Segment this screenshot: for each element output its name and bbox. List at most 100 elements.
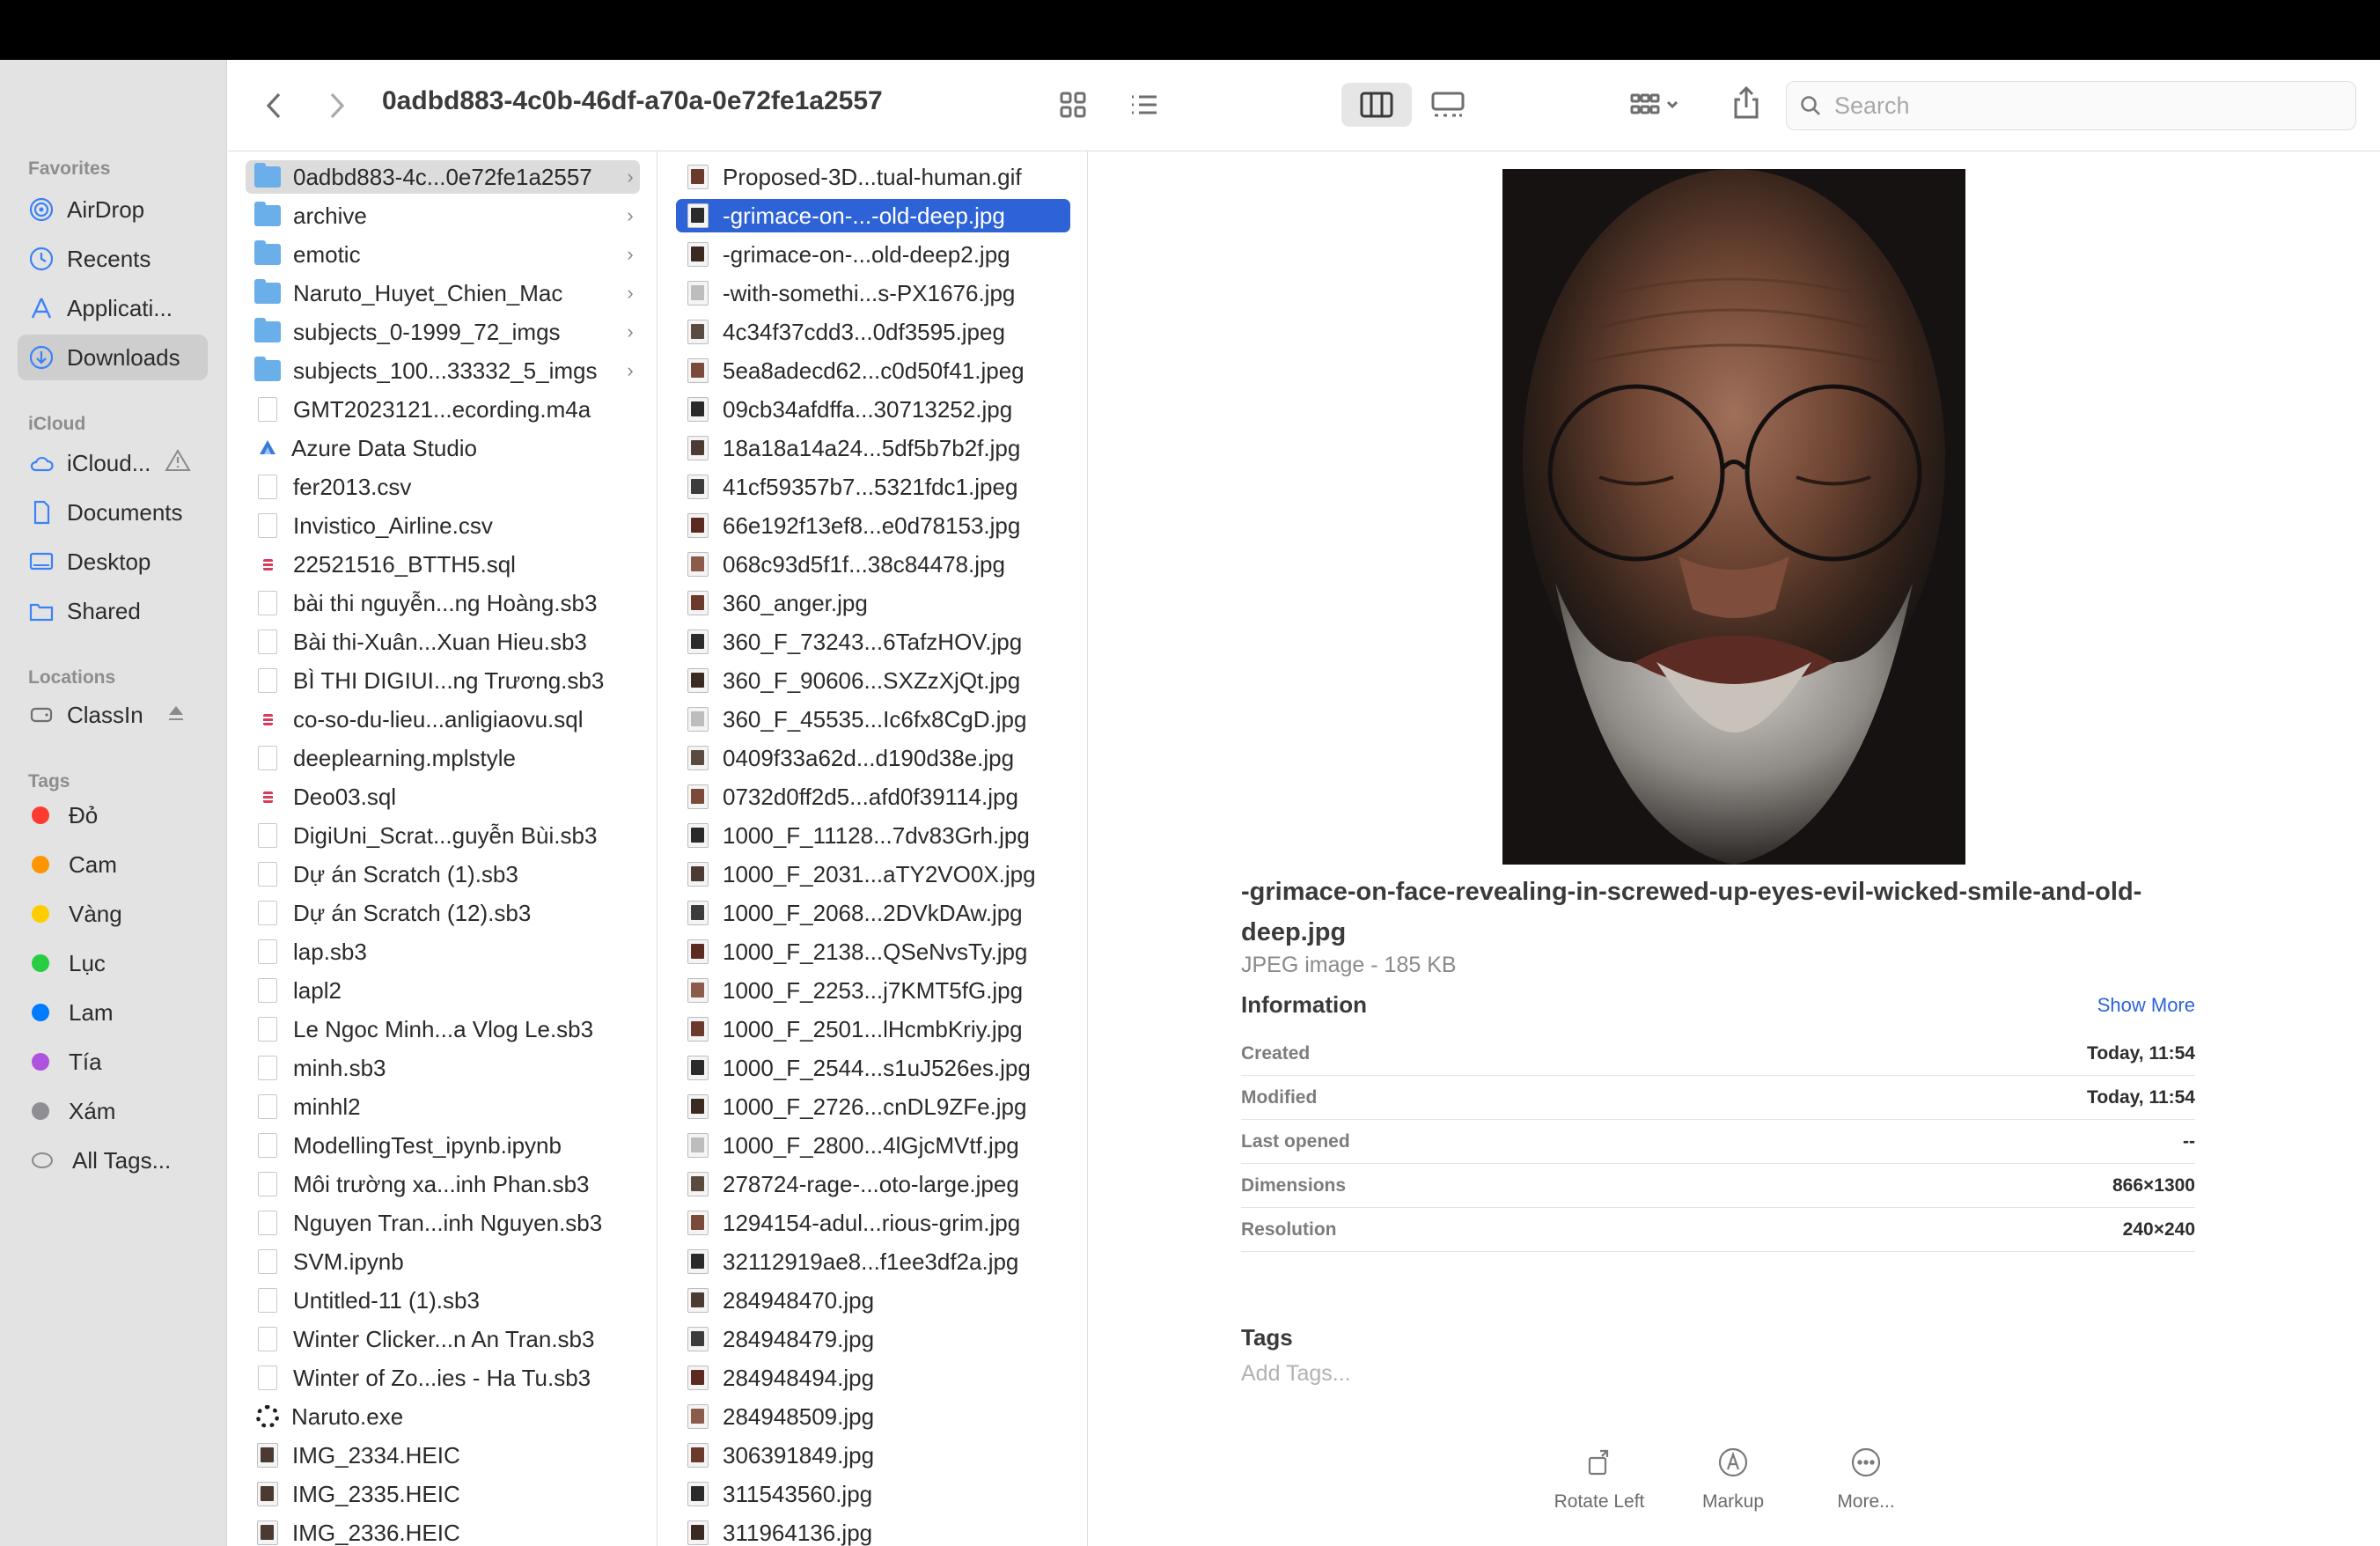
folder-row[interactable]: subjects_0-1999_72_imgs › bbox=[246, 315, 640, 349]
folder-row[interactable]: emotic › bbox=[246, 238, 640, 271]
add-tags-input[interactable] bbox=[1241, 1361, 1593, 1387]
back-button[interactable] bbox=[256, 86, 291, 125]
file-row[interactable]: lap.sb3 bbox=[246, 935, 640, 968]
sidebar-item-downloads[interactable]: Downloads bbox=[18, 335, 208, 380]
forward-button[interactable] bbox=[320, 86, 355, 125]
file-row[interactable]: bài thi nguyễn...ng Hoàng.sb3 bbox=[246, 586, 640, 620]
file-row[interactable]: 068c93d5f1f...38c84478.jpg bbox=[676, 548, 1070, 581]
rotate-left-button[interactable]: Rotate Left bbox=[1529, 1446, 1670, 1513]
group-by-button[interactable] bbox=[1627, 85, 1684, 125]
view-list-button[interactable] bbox=[1122, 85, 1166, 125]
file-row[interactable]: 360_anger.jpg bbox=[676, 586, 1070, 620]
file-row[interactable]: Winter Clicker...n An Tran.sb3 bbox=[246, 1322, 640, 1356]
file-row[interactable]: 284948494.jpg bbox=[676, 1361, 1070, 1395]
more-button[interactable]: More... bbox=[1796, 1446, 1936, 1513]
folder-row[interactable]: Naruto_Huyet_Chien_Mac › bbox=[246, 276, 640, 310]
sidebar-tag-item[interactable]: Vàng bbox=[18, 891, 208, 937]
file-row[interactable]: 4c34f37cdd3...0df3595.jpeg bbox=[676, 315, 1070, 349]
file-row[interactable]: SVM.ipynb bbox=[246, 1245, 640, 1278]
sidebar-tag-item[interactable]: Đỏ bbox=[18, 792, 208, 838]
file-row[interactable]: 1000_F_11128...7dv83Grh.jpg bbox=[676, 819, 1070, 852]
file-row[interactable]: 360_F_90606...SXZzXjQt.jpg bbox=[676, 664, 1070, 697]
file-row[interactable]: 284948479.jpg bbox=[676, 1322, 1070, 1356]
file-row[interactable]: 360_F_45535...Ic6fx8CgD.jpg bbox=[676, 703, 1070, 736]
file-row[interactable]: Le Ngoc Minh...a Vlog Le.sb3 bbox=[246, 1012, 640, 1046]
sidebar-item-icloud-drive[interactable]: iCloud... bbox=[18, 440, 208, 486]
file-row[interactable]: 360_F_73243...6TafzHOV.jpg bbox=[676, 625, 1070, 659]
file-row[interactable]: 18a18a14a24...5df5b7b2f.jpg bbox=[676, 431, 1070, 465]
file-row[interactable]: Invistico_Airline.csv bbox=[246, 509, 640, 542]
file-row[interactable]: Proposed-3D...tual-human.gif bbox=[676, 160, 1070, 194]
file-row[interactable]: IMG_2336.HEIC bbox=[246, 1516, 640, 1546]
file-row[interactable]: 22521516_BTTH5.sql bbox=[246, 548, 640, 581]
file-row[interactable]: 284948470.jpg bbox=[676, 1284, 1070, 1317]
file-row[interactable]: BÌ THI DIGIUI...ng Trương.sb3 bbox=[246, 664, 640, 697]
file-row[interactable]: 1000_F_2253...j7KMT5fG.jpg bbox=[676, 974, 1070, 1007]
view-gallery-button[interactable] bbox=[1423, 85, 1473, 125]
file-row[interactable]: DigiUni_Scrat...guyễn Bùi.sb3 bbox=[246, 819, 640, 852]
file-row[interactable]: Azure Data Studio bbox=[246, 431, 640, 465]
sidebar-item-desktop[interactable]: Desktop bbox=[18, 539, 208, 585]
file-row[interactable]: 41cf59357b7...5321fdc1.jpeg bbox=[676, 470, 1070, 504]
file-row[interactable]: 1000_F_2068...2DVkDAw.jpg bbox=[676, 896, 1070, 930]
file-row[interactable]: GMT2023121...ecording.m4a bbox=[246, 393, 640, 426]
file-row[interactable]: ModellingTest_ipynb.ipynb bbox=[246, 1129, 640, 1162]
sidebar-item-classin[interactable]: ClassIn bbox=[18, 692, 208, 738]
file-row[interactable]: Bài thi-Xuân...Xuan Hieu.sb3 bbox=[246, 625, 640, 659]
file-row[interactable]: 278724-rage-...oto-large.jpeg bbox=[676, 1167, 1070, 1201]
file-row[interactable]: -with-somethi...s-PX1676.jpg bbox=[676, 276, 1070, 310]
file-row[interactable]: 1000_F_2031...aTY2VO0X.jpg bbox=[676, 858, 1070, 891]
file-row[interactable]: minh.sb3 bbox=[246, 1051, 640, 1085]
file-row[interactable]: 1000_F_2501...lHcmbKriy.jpg bbox=[676, 1012, 1070, 1046]
show-more-link[interactable]: Show More bbox=[2097, 994, 2195, 1017]
file-row[interactable]: Deo03.sql bbox=[246, 780, 640, 813]
folder-row[interactable]: subjects_100...33332_5_imgs › bbox=[246, 354, 640, 387]
search-field[interactable] bbox=[1786, 81, 2356, 130]
sidebar-tag-item[interactable]: Lục bbox=[18, 940, 208, 986]
file-row[interactable]: 1000_F_2800...4lGjcMVtf.jpg bbox=[676, 1129, 1070, 1162]
file-row[interactable]: 09cb34afdffa...30713252.jpg bbox=[676, 393, 1070, 426]
folder-row[interactable]: 0adbd883-4c...0e72fe1a2557 › bbox=[246, 160, 640, 194]
sidebar-tag-item[interactable]: Lam bbox=[18, 990, 208, 1035]
file-row[interactable]: Dự án Scratch (1).sb3 bbox=[246, 858, 640, 891]
file-row[interactable]: fer2013.csv bbox=[246, 470, 640, 504]
file-row[interactable]: 32112919ae8...f1ee3df2a.jpg bbox=[676, 1245, 1070, 1278]
file-row[interactable]: Môi trường xa...inh Phan.sb3 bbox=[246, 1167, 640, 1201]
share-button[interactable] bbox=[1724, 81, 1768, 125]
file-row[interactable]: Naruto.exe bbox=[246, 1400, 640, 1433]
file-row[interactable]: -grimace-on-...old-deep2.jpg bbox=[676, 238, 1070, 271]
sidebar-item-recents[interactable]: Recents bbox=[18, 236, 208, 282]
file-row[interactable]: 66e192f13ef8...e0d78153.jpg bbox=[676, 509, 1070, 542]
view-icons-button[interactable] bbox=[1051, 85, 1095, 125]
file-row[interactable]: -grimace-on-...-old-deep.jpg bbox=[676, 199, 1070, 232]
sidebar-item-applications[interactable]: Applicati... bbox=[18, 285, 208, 331]
file-row[interactable]: Untitled-11 (1).sb3 bbox=[246, 1284, 640, 1317]
eject-icon[interactable] bbox=[166, 702, 186, 729]
sidebar-tag-item[interactable]: All Tags... bbox=[18, 1137, 208, 1183]
file-row[interactable]: IMG_2334.HEIC bbox=[246, 1439, 640, 1472]
file-row[interactable]: 1000_F_2544...s1uJ526es.jpg bbox=[676, 1051, 1070, 1085]
file-row[interactable]: lapl2 bbox=[246, 974, 640, 1007]
file-row[interactable]: 306391849.jpg bbox=[676, 1439, 1070, 1472]
file-row[interactable]: 0732d0ff2d5...afd0f39114.jpg bbox=[676, 780, 1070, 813]
sidebar-item-shared[interactable]: Shared bbox=[18, 588, 208, 634]
sidebar-tag-item[interactable]: Cam bbox=[18, 842, 208, 887]
file-row[interactable]: 1000_F_2138...QSeNvsTy.jpg bbox=[676, 935, 1070, 968]
file-row[interactable]: Nguyen Tran...inh Nguyen.sb3 bbox=[246, 1206, 640, 1240]
file-row[interactable]: 284948509.jpg bbox=[676, 1400, 1070, 1433]
file-row[interactable]: deeplearning.mplstyle bbox=[246, 741, 640, 775]
folder-row[interactable]: archive › bbox=[246, 199, 640, 232]
sidebar-tag-item[interactable]: Tía bbox=[18, 1039, 208, 1085]
file-row[interactable]: 1294154-adul...rious-grim.jpg bbox=[676, 1206, 1070, 1240]
search-input[interactable] bbox=[1834, 92, 2327, 120]
markup-button[interactable]: Markup bbox=[1663, 1446, 1803, 1513]
file-row[interactable]: Dự án Scratch (12).sb3 bbox=[246, 896, 640, 930]
file-row[interactable]: 1000_F_2726...cnDL9ZFe.jpg bbox=[676, 1090, 1070, 1123]
sidebar-tag-item[interactable]: Xám bbox=[18, 1088, 208, 1134]
file-row[interactable]: 311543560.jpg bbox=[676, 1477, 1070, 1511]
file-row[interactable]: co-so-du-lieu...anligiaovu.sql bbox=[246, 703, 640, 736]
sidebar-item-documents[interactable]: Documents bbox=[18, 490, 208, 535]
file-row[interactable]: 311964136.jpg bbox=[676, 1516, 1070, 1546]
file-row[interactable]: IMG_2335.HEIC bbox=[246, 1477, 640, 1511]
file-row[interactable]: minhl2 bbox=[246, 1090, 640, 1123]
